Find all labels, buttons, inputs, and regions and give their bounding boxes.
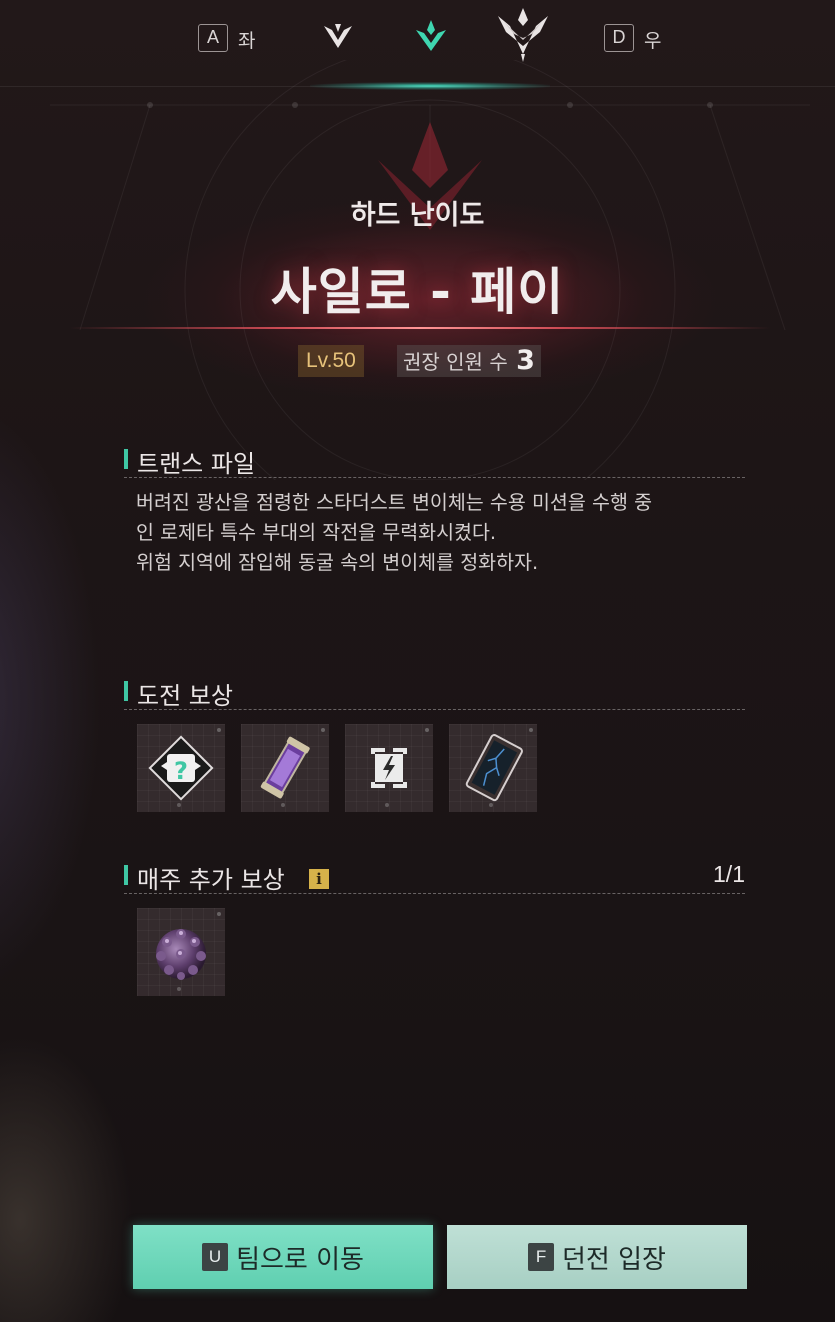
key-u-hint: U bbox=[202, 1243, 229, 1271]
difficulty-label: 하드 난이도 bbox=[350, 200, 485, 231]
key-a-hint[interactable]: A bbox=[198, 24, 228, 52]
challenge-rewards-header: 도전 보상 bbox=[124, 674, 745, 710]
move-to-team-label: 팀으로 이동 bbox=[236, 1244, 364, 1275]
party-label: 권장 인원 수 bbox=[403, 350, 508, 374]
nightmare-difficulty-icon[interactable] bbox=[496, 6, 550, 64]
enter-dungeon-label: 던전 입장 bbox=[562, 1244, 666, 1275]
reward-slot[interactable]: ? bbox=[137, 724, 225, 812]
section-accent-bar bbox=[124, 449, 128, 469]
mystery-gear-icon: ? bbox=[148, 735, 214, 801]
key-f-hint: F bbox=[528, 1243, 555, 1271]
level-badge: Lv.50 bbox=[298, 345, 364, 377]
spiky-ore-icon bbox=[156, 929, 206, 980]
reward-slot[interactable] bbox=[241, 724, 329, 812]
weekly-reward-count: 1/1 bbox=[713, 861, 745, 887]
nav-divider bbox=[0, 86, 835, 87]
reward-slot[interactable] bbox=[449, 724, 537, 812]
trans-file-header: 트랜스 파일 bbox=[124, 442, 745, 478]
dungeon-title: 사일로 - 페이 bbox=[270, 263, 565, 321]
data-card-icon bbox=[465, 734, 523, 802]
difficulty-navigation: A 좌 D 우 bbox=[0, 0, 835, 90]
move-to-team-button[interactable]: U 팀으로 이동 bbox=[133, 1225, 433, 1289]
info-icon[interactable]: i bbox=[309, 869, 329, 889]
reward-slot[interactable] bbox=[137, 908, 225, 996]
trans-file-heading: 트랜스 파일 bbox=[137, 450, 256, 478]
reward-slot[interactable] bbox=[345, 724, 433, 812]
recommended-party-badge: 권장 인원 수 3 bbox=[397, 345, 541, 377]
description-line: 위험 지역에 잠입해 동굴 속의 변이체를 정화하자. bbox=[136, 551, 539, 574]
normal-difficulty-icon[interactable] bbox=[322, 22, 354, 52]
description-line: 버려진 광산을 점령한 스타더스트 변이체는 수용 미션을 수행 중 bbox=[136, 491, 653, 514]
description-line: 인 로제타 특수 부대의 작전을 무력화시켰다. bbox=[136, 521, 497, 544]
random-module-icon bbox=[371, 748, 407, 788]
key-d-hint[interactable]: D bbox=[604, 24, 634, 52]
enter-dungeon-button[interactable]: F 던전 입장 bbox=[447, 1225, 747, 1289]
nav-left-label[interactable]: 좌 bbox=[238, 26, 255, 53]
title-glow-line bbox=[70, 327, 770, 329]
svg-text:?: ? bbox=[174, 757, 188, 785]
party-size: 3 bbox=[516, 345, 535, 376]
nav-right-label[interactable]: 우 bbox=[644, 26, 661, 53]
energy-capsule-icon bbox=[260, 736, 310, 799]
trans-file-description: 버려진 광산을 점령한 스타더스트 변이체는 수용 미션을 수행 중 인 로제타… bbox=[136, 488, 756, 578]
hard-difficulty-icon[interactable] bbox=[414, 18, 448, 54]
weekly-rewards-heading: 매주 추가 보상 bbox=[137, 866, 285, 894]
section-accent-bar bbox=[124, 681, 128, 701]
challenge-rewards-heading: 도전 보상 bbox=[137, 682, 233, 710]
weekly-rewards-header: 매주 추가 보상 i 1/1 bbox=[124, 858, 745, 894]
section-accent-bar bbox=[124, 865, 128, 885]
